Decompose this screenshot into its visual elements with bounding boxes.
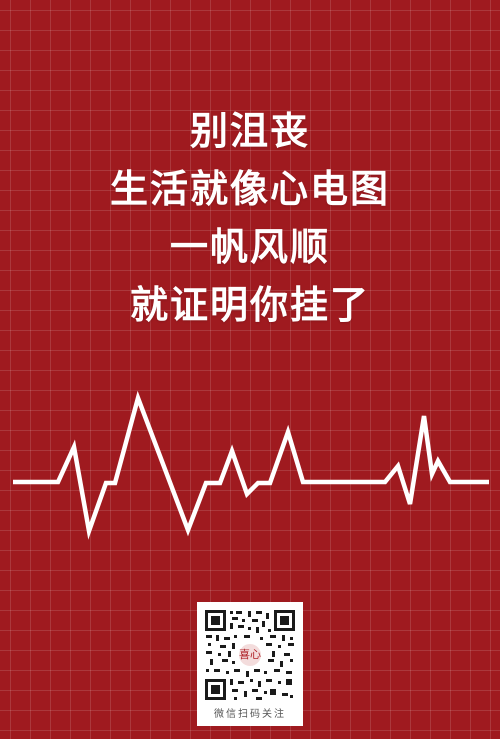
heartbeat-line-icon	[13, 390, 489, 540]
qr-code-card[interactable]: 喜心 微信扫码关注	[197, 602, 303, 726]
headline-line-4: 就证明你挂了	[129, 283, 370, 327]
poster: 别沮丧 生活就像心电图 一帆风顺 就证明你挂了 喜心 微信扫码关注	[0, 0, 500, 739]
headline: 别沮丧 生活就像心电图 一帆风顺 就证明你挂了	[0, 102, 500, 334]
qr-caption: 微信扫码关注	[214, 709, 286, 720]
qr-logo-badge: 喜心	[237, 642, 263, 668]
headline-line-2: 生活就像心电图	[109, 167, 390, 211]
headline-line-3: 一帆风顺	[169, 225, 330, 269]
heartbeat-line	[13, 390, 489, 540]
headline-line-1: 别沮丧	[189, 109, 310, 153]
